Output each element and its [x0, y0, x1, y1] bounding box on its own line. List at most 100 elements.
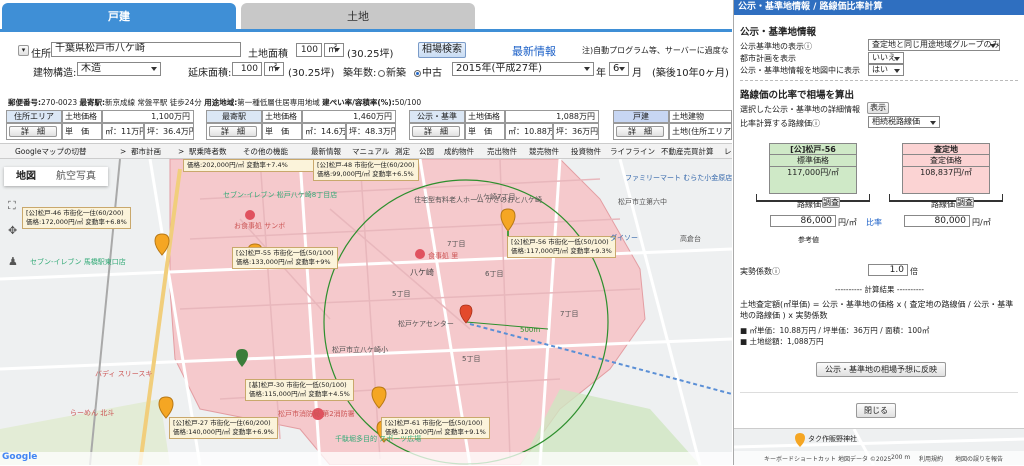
month-suffix: 月 [632, 68, 642, 79]
toolbar-other-features[interactable]: その他の機能 [243, 145, 288, 158]
nearest-detail-button[interactable]: 詳 細 [209, 126, 257, 137]
streetview-icon[interactable]: ♟ [8, 255, 18, 268]
land-area-unit-select[interactable]: ㎡ [324, 43, 344, 57]
price-card-matsudo-56[interactable]: [公]松戸-56 市街化一低(50/100) 価格:117,000円/㎡ 変動率+… [507, 236, 616, 258]
area-detail-button[interactable]: 詳 細 [9, 126, 57, 137]
market-search-button[interactable]: 相場検索 [418, 42, 466, 58]
display-select[interactable]: 査定地と同じ用途地域グループのみ [868, 39, 1000, 51]
factor-input[interactable]: 1.0 [868, 264, 908, 276]
left-survey-button[interactable]: 調査 [822, 197, 840, 208]
toolbar-closed-deals[interactable]: 成約物件 [444, 145, 474, 158]
toolbar-manual[interactable]: マニュアル [352, 145, 389, 158]
toolbar-latest-info[interactable]: 最新情報 [311, 145, 341, 158]
left-route-input[interactable]: 86,000 [770, 215, 836, 227]
map-label: 八ケ崎7丁目 [476, 193, 516, 201]
price-card[interactable]: 価格:202,000円/㎡ 変動率+7.4% [183, 159, 323, 172]
terms-link[interactable]: 利用規約 [919, 454, 943, 463]
price-card-matsudo-55[interactable]: [公]松戸-55 市街化一低(50/100) 価格:133,000円/㎡ 変動率+… [232, 247, 338, 269]
divider [740, 392, 1018, 393]
collapse-button[interactable]: ▾ [18, 45, 29, 56]
new-radio[interactable]: 新築 [378, 64, 406, 79]
pan-icon[interactable]: ✥ [8, 224, 17, 237]
left-route-unit: 円/㎡ [838, 218, 857, 227]
right-survey-button[interactable]: 調査 [956, 197, 974, 208]
nearest-detail-cell: 詳 細 [206, 123, 262, 140]
calc-result-header: ---------- 計算結果 ---------- [835, 285, 924, 294]
land-area-label: 土地面積 [248, 49, 288, 60]
latest-info-link[interactable]: 最新情報 [512, 43, 556, 59]
fullscreen-icon[interactable]: ⛶ [8, 199, 16, 213]
price-card-kijun-30[interactable]: [基]松戸-30 市街化一低(50/100) 価格:115,000円/㎡ 変動率+… [245, 379, 354, 401]
map-label: 7丁目 [447, 240, 466, 248]
public-header: 公示・基準 [409, 110, 465, 123]
month-select[interactable]: 6 [609, 62, 629, 76]
detail-show-button[interactable]: 表示 [867, 102, 889, 114]
map-label: 八ケ崎 [410, 268, 434, 277]
toolbar-public[interactable]: 公园 [419, 145, 434, 158]
report-error-link[interactable]: 地図の誤りを報告 [955, 454, 1003, 463]
toolbar-trade-calc[interactable]: 不動産売買計算 [661, 145, 714, 158]
route-select[interactable]: 相続税路線価 [868, 116, 940, 128]
help-icon[interactable]: ⓘ [772, 267, 780, 276]
scale-label: 200 m [891, 454, 911, 461]
route-label: 比率計算する路線価ⓘ [740, 119, 820, 128]
structure-select[interactable]: 木造 [77, 62, 161, 76]
panel-title: 公示・基準地情報 / 路線価比率計算 [734, 0, 1024, 15]
tab-land[interactable]: 土地 [241, 3, 475, 30]
toolbar-auction[interactable]: 競売物件 [529, 145, 559, 158]
public-detail-button[interactable]: 詳 細 [412, 126, 460, 137]
toolbar-lifeline[interactable]: ライフライン [610, 145, 655, 158]
map-label: 松戸市立第六中 [618, 198, 667, 206]
map-area[interactable]: 地図 航空写真 ⛶ ✥ ♟ 価格:202,000円/㎡ 変動率+7.4% [公]… [0, 159, 732, 465]
area-unit-label: 単 価 [62, 123, 102, 140]
toolbar-city-planning[interactable]: 都市計画 [131, 145, 161, 158]
google-logo: Google [2, 452, 38, 462]
price-card-matsudo-46[interactable]: [公]松戸-46 市街化一住(60/200) 価格:172,000円/㎡ 変動率+… [22, 207, 131, 229]
reflect-button[interactable]: 公示・基準地の相場予想に反映 [816, 362, 946, 377]
year-select[interactable]: 2015年(平成27年) [452, 62, 594, 76]
map-view-button[interactable]: 地図 [16, 167, 36, 186]
house-detail-button[interactable]: 詳 細 [616, 126, 664, 137]
map-label: 6丁目 [485, 270, 504, 278]
close-button[interactable]: 閉じる [856, 403, 896, 418]
floor-area-unit-select[interactable]: ㎡ [264, 62, 284, 76]
address-input[interactable]: 千葉県松戸市八ケ崎 [51, 42, 241, 57]
show-on-map-select[interactable]: はい [868, 64, 904, 76]
address-label: 住所 [31, 49, 51, 60]
toolbar-for-sale[interactable]: 売出物件 [487, 145, 517, 158]
right-route-input[interactable]: 80,000 [904, 215, 970, 227]
age-text: (築後10年0ヶ月) [652, 68, 729, 79]
price-card-matsudo-48[interactable]: [公]松戸-48 市街化一住(60/200) 価格:99,000円/㎡ 変動率+6… [313, 159, 419, 181]
city-plan-select[interactable]: いいえ [868, 52, 904, 64]
area-price-label: 土地価格 [62, 110, 102, 123]
used-radio[interactable]: 中古 [414, 64, 442, 79]
tab-house[interactable]: 戸建 [2, 3, 236, 30]
nearest-price: 1,460万円 [302, 110, 396, 123]
mini-map[interactable]: タク作販野神社 キーボードショートカット 地図データ ©2025 200 m 利… [734, 428, 1024, 466]
toolbar-station-users[interactable]: 駅乗降者数 [189, 145, 227, 158]
price-card-matsudo-27[interactable]: [公]松戸-27 市街化一住(60/200) 価格:140,000円/㎡ 変動率+… [169, 417, 278, 439]
toolbar-more[interactable]: レ [724, 145, 732, 158]
map-label: お食事処 サンボ [234, 222, 286, 230]
map-label: 食事処 里 [428, 252, 459, 260]
result-unit-prices: ■ ㎡単価：10.88万円 / 坪単価：36万円 / 面積：100㎡ [740, 326, 930, 335]
toolbar-google-switch[interactable]: Googleマップの切替 [15, 145, 86, 158]
area-sqm-price: ㎡：11万円 [102, 123, 144, 140]
tab-underline [0, 29, 732, 32]
toolbar-investment[interactable]: 投資物件 [571, 145, 601, 158]
help-icon[interactable]: ⓘ [804, 42, 812, 51]
map-label: 5丁目 [462, 355, 481, 363]
map-label: ダイソー [610, 234, 638, 242]
satellite-view-button[interactable]: 航空写真 [56, 167, 96, 186]
keyboard-shortcuts-link[interactable]: キーボードショートカット [764, 454, 836, 463]
map-footer [0, 452, 732, 465]
year-suffix: 年 [596, 68, 606, 79]
help-icon[interactable]: ⓘ [812, 119, 820, 128]
appraisal-price-value: 108,837円/㎡ [902, 167, 990, 194]
land-area-input[interactable]: 100 [296, 43, 322, 57]
floor-area-input[interactable]: 100 [232, 62, 262, 76]
map-type-switcher: 地図 航空写真 [4, 167, 108, 186]
map-label: 5丁目 [392, 290, 411, 298]
toolbar-measure[interactable]: 測定 [395, 145, 410, 158]
mini-map-label: タク作販野神社 [808, 435, 857, 443]
